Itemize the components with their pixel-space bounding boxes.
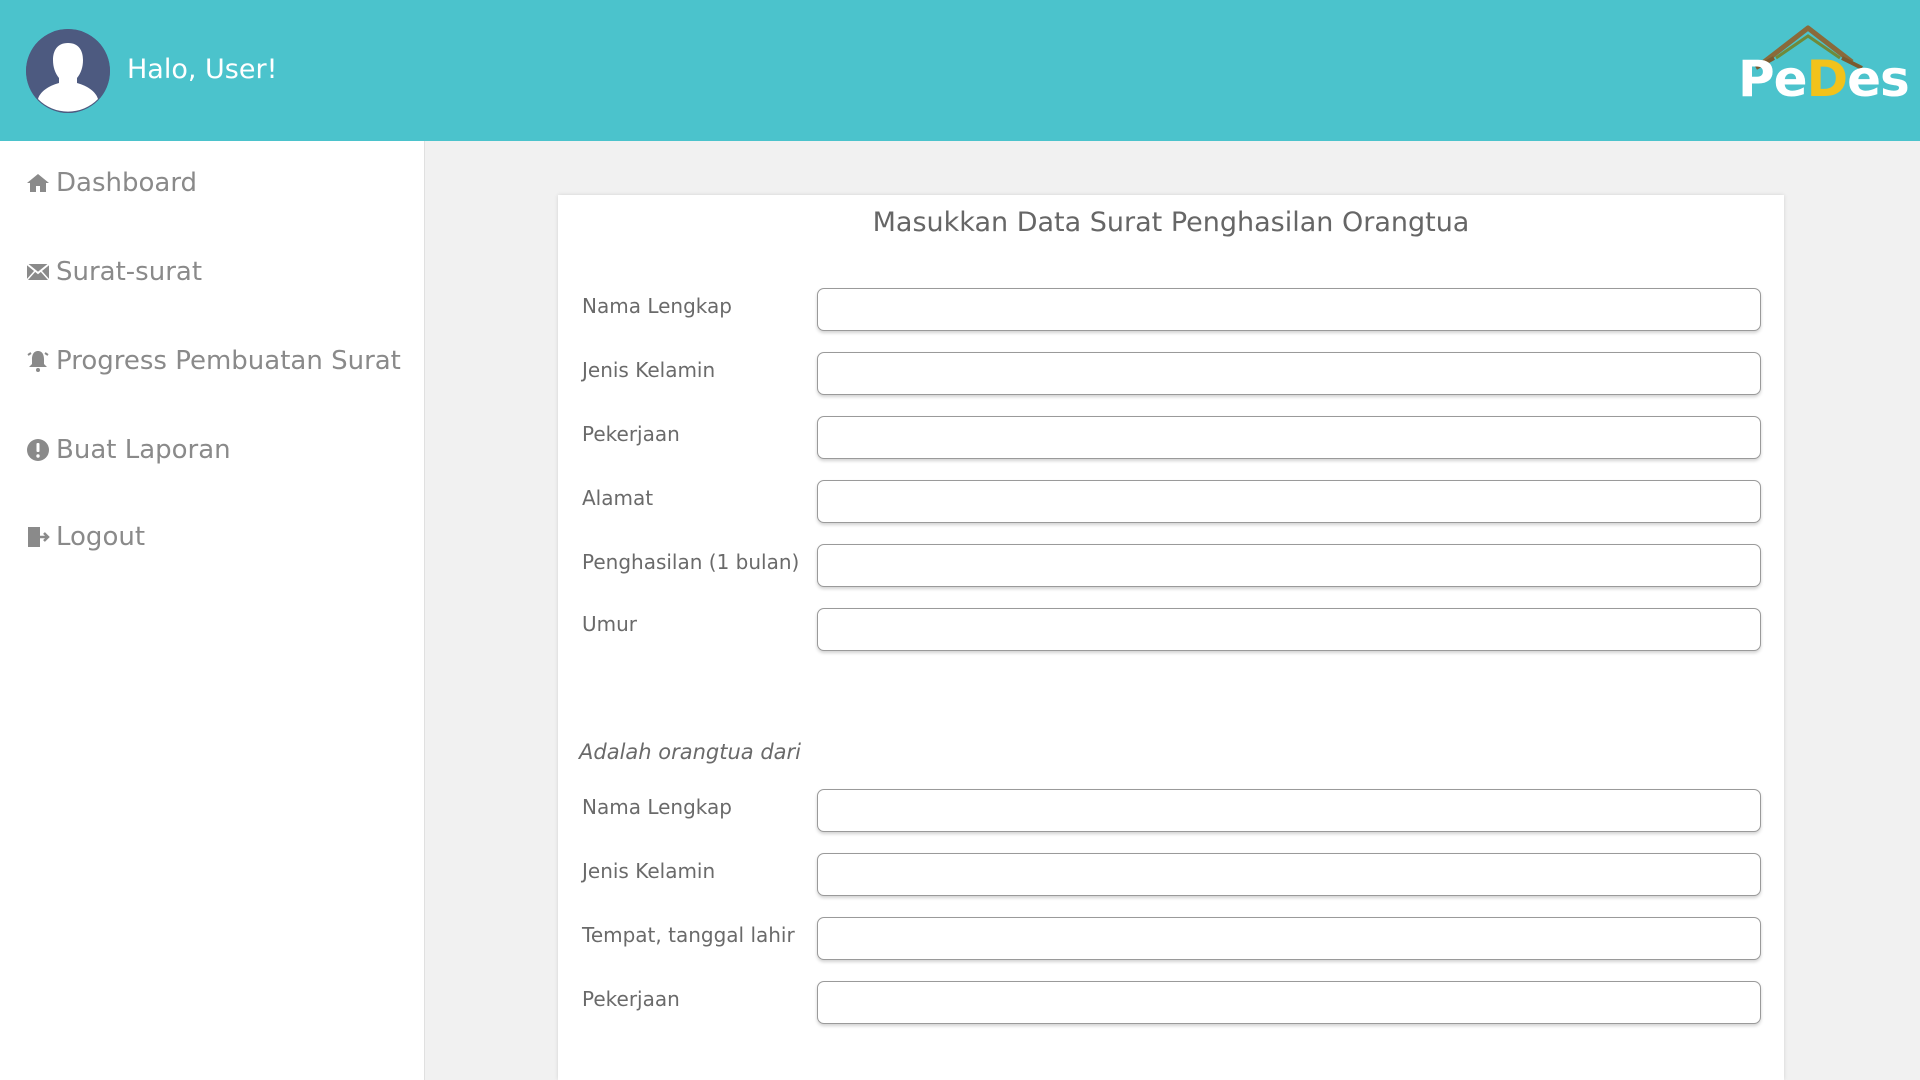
sidebar: Dashboard Surat-surat Progress Pembuatan…: [0, 141, 425, 1080]
greeting-text: Halo, User!: [127, 54, 278, 85]
parent-occupation-input[interactable]: [817, 416, 1761, 459]
parent-name-input[interactable]: [817, 288, 1761, 331]
exclamation-circle-icon: [26, 438, 50, 462]
logo-text-es: es: [1847, 50, 1910, 108]
parent-address-input[interactable]: [817, 480, 1761, 523]
field-label: Jenis Kelamin: [582, 358, 716, 382]
sidebar-item-label: Progress Pembuatan Surat: [56, 346, 401, 376]
sidebar-item-progress[interactable]: Progress Pembuatan Surat: [26, 346, 401, 376]
parent-age-input[interactable]: [817, 608, 1761, 651]
field-label: Alamat: [582, 486, 654, 510]
parent-income-input[interactable]: [817, 544, 1761, 587]
child-section-heading: Adalah orangtua dari: [579, 740, 801, 764]
form-title: Masukkan Data Surat Penghasilan Orangtua: [872, 207, 1470, 238]
sidebar-item-label: Dashboard: [56, 168, 198, 198]
sidebar-item-surat[interactable]: Surat-surat: [26, 257, 202, 287]
field-label: Tempat, tanggal lahir: [582, 923, 795, 947]
home-icon: [26, 171, 50, 195]
field-label: Jenis Kelamin: [582, 859, 716, 883]
bell-icon: [26, 349, 50, 373]
child-gender-input[interactable]: [817, 853, 1761, 896]
child-name-input[interactable]: [817, 789, 1761, 832]
child-occupation-input[interactable]: [817, 981, 1761, 1024]
field-label: Penghasilan (1 bulan): [582, 550, 800, 574]
field-label: Nama Lengkap: [582, 294, 732, 318]
logo-text-pe: Pe: [1738, 50, 1808, 108]
logo-text-d: D: [1806, 50, 1849, 108]
sidebar-item-logout[interactable]: Logout: [26, 522, 145, 552]
sidebar-item-dashboard[interactable]: Dashboard: [26, 168, 197, 198]
sidebar-item-label: Surat-surat: [56, 257, 203, 287]
sidebar-item-buat-laporan[interactable]: Buat Laporan: [26, 435, 231, 465]
field-label: Pekerjaan: [582, 987, 680, 1011]
child-birth-input[interactable]: [817, 917, 1761, 960]
sidebar-item-label: Logout: [56, 522, 146, 552]
sidebar-item-label: Buat Laporan: [56, 435, 231, 465]
envelope-icon: [26, 260, 50, 284]
parent-gender-input[interactable]: [817, 352, 1761, 395]
field-label: Pekerjaan: [582, 422, 680, 446]
form-card: Masukkan Data Surat Penghasilan Orangtua…: [558, 195, 1784, 1080]
field-label: Umur: [582, 612, 638, 636]
field-label: Nama Lengkap: [582, 795, 732, 819]
user-avatar-icon[interactable]: [26, 29, 110, 113]
top-header: Halo, User! PeDes: [0, 0, 1920, 141]
pedes-logo[interactable]: PeDes: [1734, 22, 1910, 108]
sign-out-icon: [26, 525, 50, 549]
